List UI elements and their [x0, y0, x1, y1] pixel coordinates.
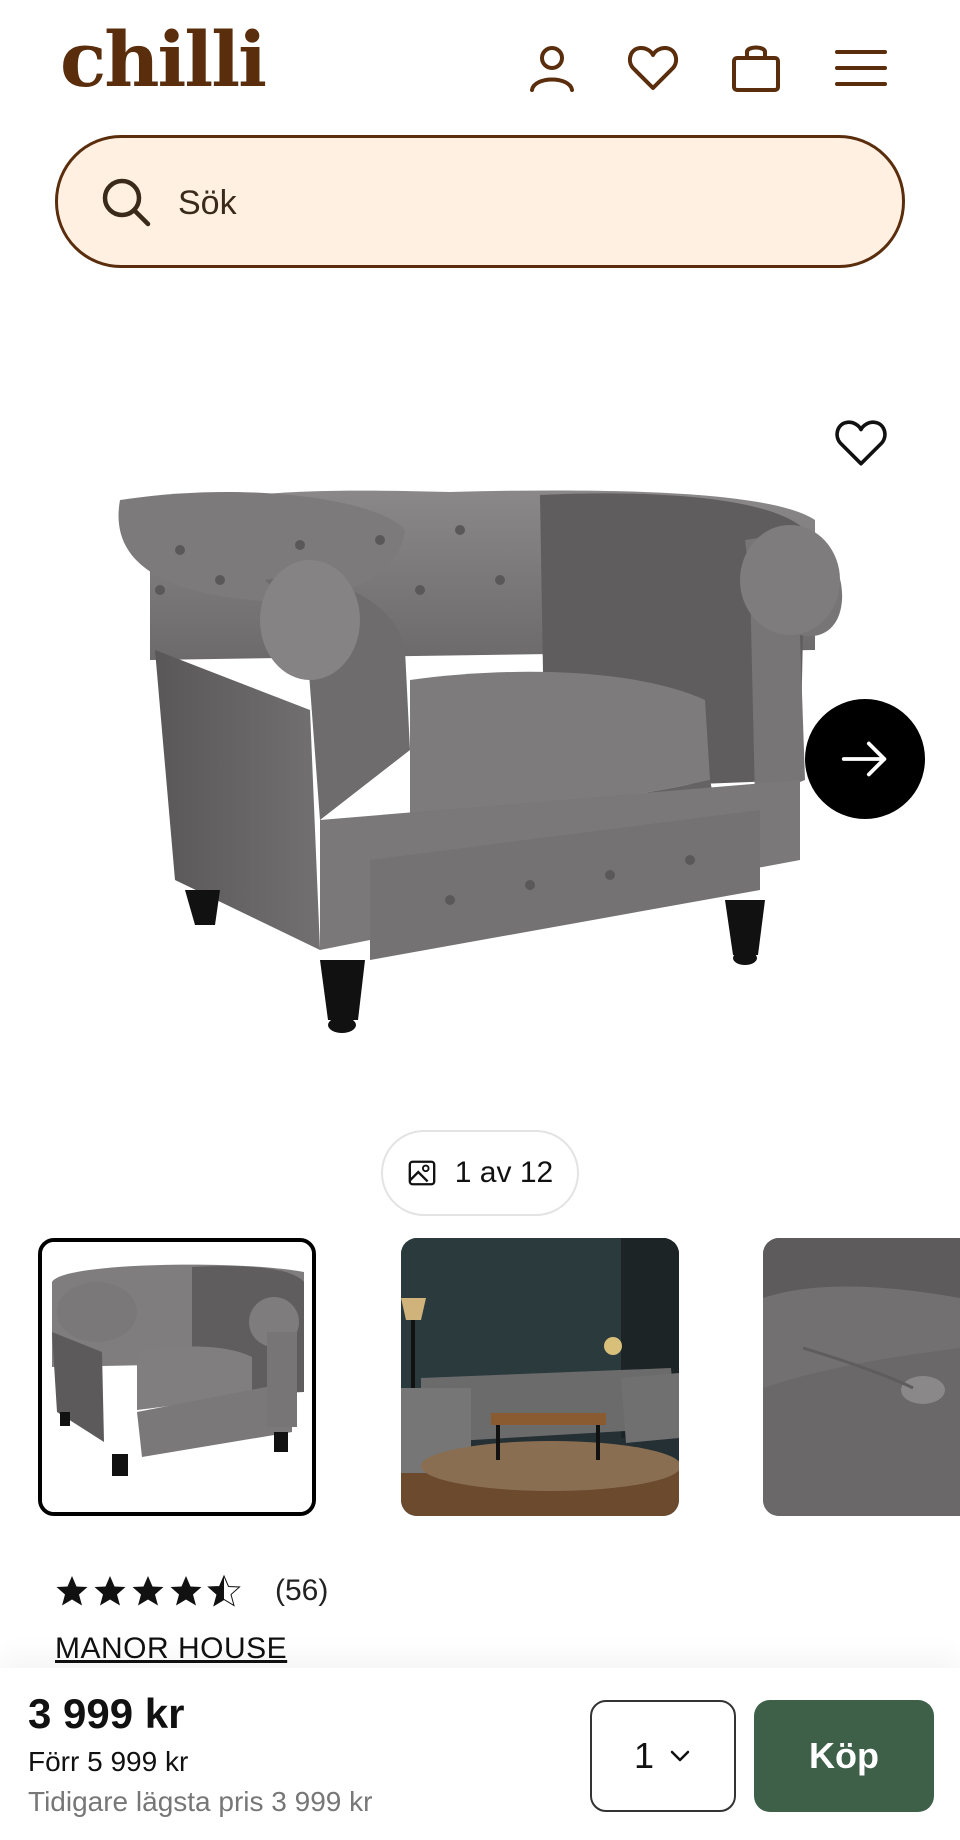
search-input[interactable] [178, 168, 858, 238]
search-icon [102, 178, 151, 227]
thumbnail-1[interactable] [38, 1238, 316, 1516]
rating-count: (56) [275, 1574, 329, 1607]
chevron-down-icon [670, 1750, 690, 1762]
star-icon [170, 1576, 202, 1606]
fabric-closeup-thumbnail-image [763, 1238, 960, 1516]
bag-icon [732, 45, 780, 92]
brand-link[interactable]: MANOR HOUSE [55, 1632, 287, 1666]
star-icon [56, 1576, 88, 1606]
heart-icon [627, 45, 679, 90]
lowest-price-note: Tidigare lägsta pris 3 999 kr [28, 1786, 373, 1817]
account-icon [530, 46, 574, 92]
previous-price: Förr 5 999 kr [28, 1746, 189, 1777]
heart-icon [835, 420, 887, 466]
wishlist-button[interactable] [621, 36, 685, 100]
half-star-icon [207, 1574, 241, 1607]
thumbnail-2[interactable] [401, 1238, 679, 1516]
arrow-right-icon [841, 741, 887, 777]
quantity-value: 1 [633, 1735, 655, 1776]
buy-button[interactable]: Köp [754, 1700, 934, 1812]
rating-stars [55, 1574, 241, 1608]
search-bar[interactable] [55, 135, 905, 268]
product-rating[interactable]: (56) [55, 1574, 328, 1608]
star-icon [94, 1576, 126, 1606]
purchase-bar: 3 999 kr Förr 5 999 kr Tidigare lägsta p… [0, 1668, 960, 1840]
image-counter-text: 1 av 12 [454, 1156, 554, 1189]
living-room-thumbnail-image [401, 1238, 679, 1516]
next-image-button[interactable] [805, 699, 925, 819]
thumbnail-3[interactable] [763, 1238, 960, 1516]
image-counter[interactable]: 1 av 12 [381, 1130, 579, 1216]
site-header: chilli [0, 0, 960, 130]
site-logo[interactable]: chilli [60, 22, 267, 98]
menu-button[interactable] [829, 36, 893, 100]
account-button[interactable] [520, 36, 584, 100]
image-icon [408, 1160, 436, 1186]
add-to-wishlist-button[interactable] [828, 410, 894, 476]
armchair-thumbnail-image [42, 1242, 312, 1512]
current-price: 3 999 kr [28, 1690, 185, 1737]
menu-icon [835, 50, 887, 86]
star-icon [132, 1576, 164, 1606]
quantity-select[interactable]: 1 [590, 1700, 736, 1812]
cart-button[interactable] [724, 36, 788, 100]
